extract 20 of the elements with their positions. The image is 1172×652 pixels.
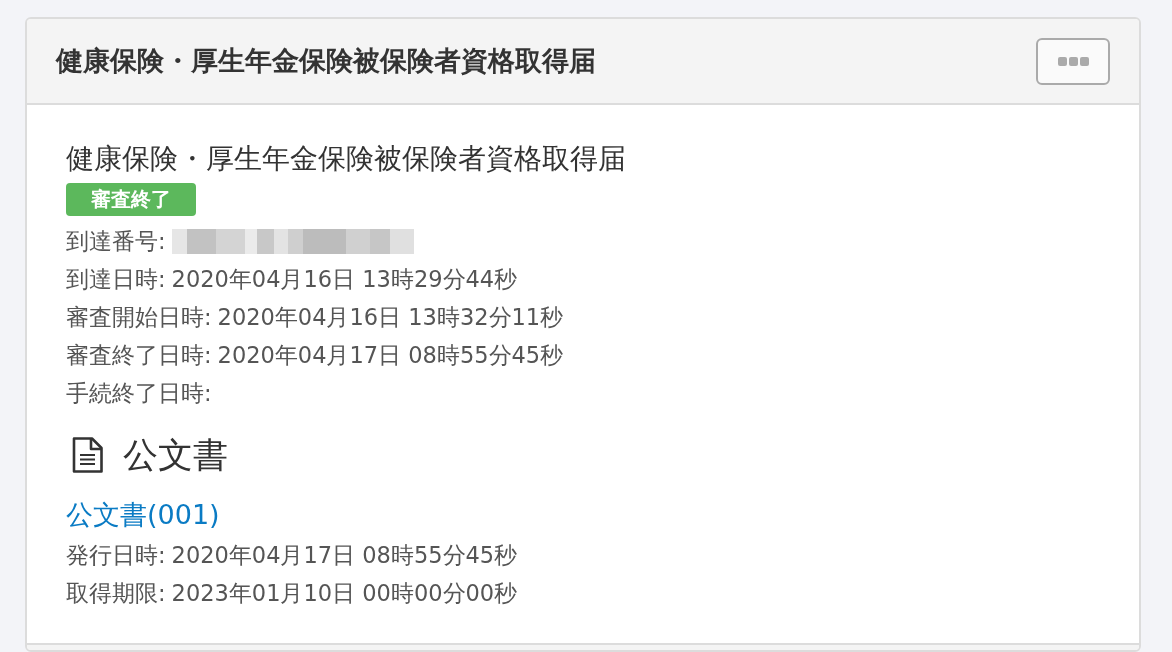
field-value: 2023年01月10日 00時00分00秒 [171, 579, 518, 608]
document-link[interactable]: 公文書(001) [66, 497, 220, 533]
field-label: 審査開始日時: [66, 303, 212, 332]
field-label: 手続終了日時: [66, 379, 212, 408]
field-value: 2020年04月17日 08時55分45秒 [171, 541, 518, 570]
document-icon [72, 437, 103, 473]
field-value: 2020年04月17日 08時55分45秒 [217, 341, 564, 370]
field-label: 発行日時: [66, 541, 166, 570]
status-badge: 審査終了 [66, 183, 196, 216]
more-icon [1057, 56, 1089, 66]
field-value: 2020年04月16日 13時32分11秒 [217, 303, 564, 332]
field-label: 取得期限: [66, 579, 166, 608]
field-value: 2020年04月16日 13時29分44秒 [171, 265, 518, 294]
application-title: 健康保険・厚生年金保険被保険者資格取得届 [66, 141, 627, 176]
field-label: 審査終了日時: [66, 341, 212, 370]
field-label: 到達番号: [66, 227, 166, 256]
panel-title: 健康保険・厚生年金保険被保険者資格取得届 [56, 44, 596, 78]
section-heading: 公文書 [123, 434, 228, 477]
more-button[interactable] [1036, 37, 1110, 85]
field-label: 到達日時: [66, 265, 166, 294]
